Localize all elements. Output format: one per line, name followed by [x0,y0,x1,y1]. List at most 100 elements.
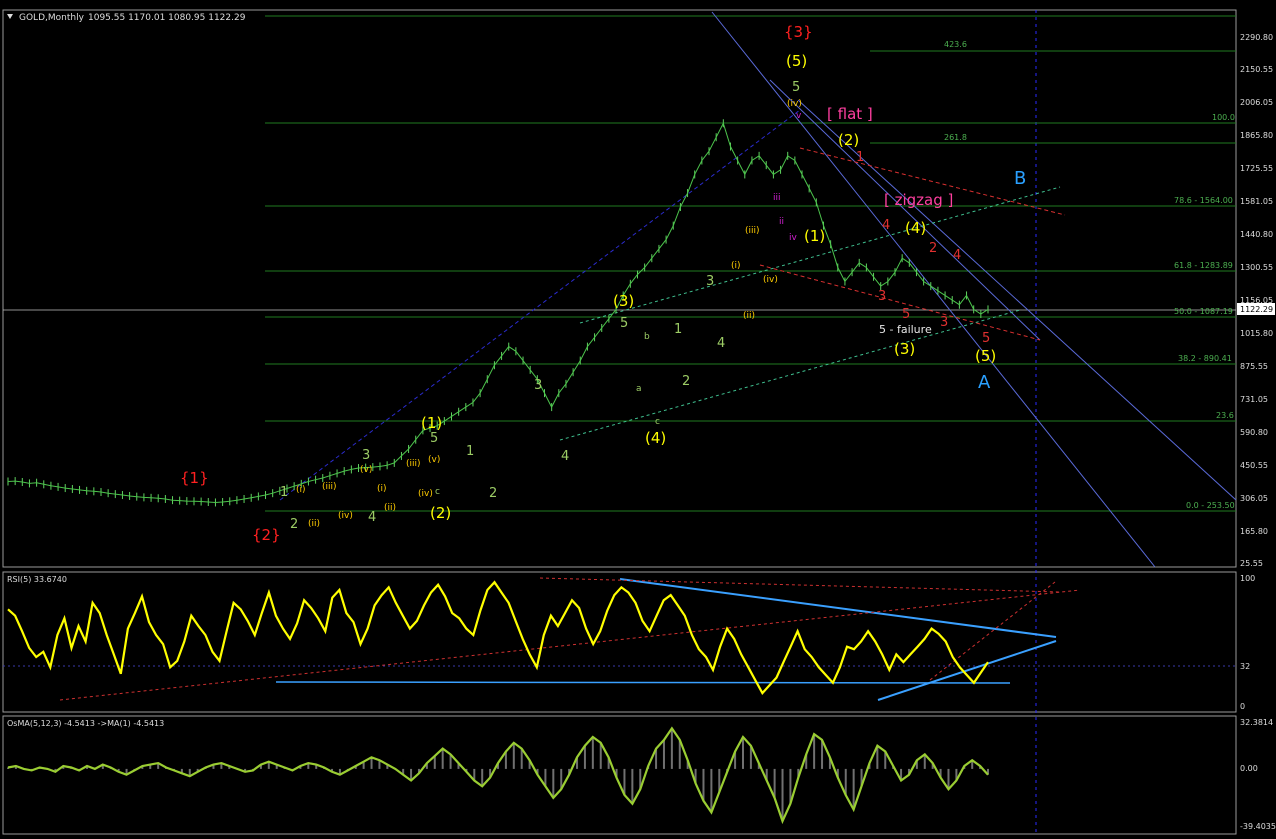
wave-label-yellow: (1) [421,414,442,432]
wave-label-green: 2 [290,517,298,532]
price-tick: 2290.80 [1240,33,1273,42]
price-tick: 1015.80 [1240,329,1273,338]
wave-label-green: 1 [466,444,474,459]
wave-label-yellow: (1) [804,227,825,245]
wave-label-red-small: 2 [929,241,937,256]
fib-label: 23.6 [1216,411,1234,420]
wave-label-roman: (ii) [308,519,320,529]
wave-label-yellow: (5) [975,347,996,365]
wave-label-roman: (iv) [338,511,353,521]
price-tick: 875.55 [1240,362,1268,371]
wave-label-yellow: (2) [430,504,451,522]
chart-window: GOLD,Monthly 1095.55 1170.01 1080.95 112… [0,0,1276,839]
wave-label-blue: B [1014,168,1026,189]
wave-label-green: 4 [717,336,725,351]
wave-label-roman: (i) [731,261,741,271]
wave-label-red-small: 1 [856,150,864,165]
wave-label-roman: (v) [428,455,440,465]
symbol-label: GOLD,Monthly [19,13,85,23]
wave-label-blue: A [978,372,991,393]
current-price-label: 1122.29 [1240,305,1273,314]
price-tick: 1725.55 [1240,164,1273,173]
wave-label-red: {3} [784,23,813,41]
zigzag-label: [ zigzag ] [884,191,953,209]
fib-label: 50.0 - 1087.19 [1174,307,1233,316]
wave-label-roman: (iv) [763,275,778,285]
price-tick: 1440.80 [1240,230,1273,239]
wave-label-abc: a [636,384,642,394]
osma-tick: 0.00 [1240,764,1258,773]
wave-label-yellow: (3) [613,292,634,310]
wave-label-green: 4 [561,449,569,464]
wave-label-red-small: 3 [940,315,948,330]
fib-label: 78.6 - 1564.00 [1174,196,1233,205]
osma-tick: 32.3814 [1240,718,1273,727]
rsi-tick: 32 [1240,662,1250,671]
fib-label: 61.8 - 1283.89 [1174,261,1233,270]
chart-background [0,0,1276,839]
rsi-support-line [275,681,1011,684]
wave-label-yellow: (4) [645,429,666,447]
wave-label-abc: c [435,487,440,497]
rsi-title: RSI(5) 33.6740 [7,575,67,584]
fib-label: 38.2 - 890.41 [1178,354,1232,363]
price-tick: 2006.05 [1240,98,1273,107]
wave-label-yellow: (3) [894,340,915,358]
price-tick: 590.80 [1240,428,1268,437]
wave-label-yellow: (4) [905,219,926,237]
price-tick: 2150.55 [1240,65,1273,74]
wave-label-red-small: 5 [902,307,910,322]
price-tick: 1865.80 [1240,131,1273,140]
wave-label-roman: (ii) [743,311,755,321]
wave-label-green: 3 [706,274,714,289]
wave-label-yellow: (2) [838,131,859,149]
wave-label-yellow: (5) [786,52,807,70]
fib-label: 423.6 [944,40,967,49]
price-tick: 25.55 [1240,559,1263,568]
fib-label: 261.8 [944,133,967,142]
wave-label-red-small: 3 [878,289,886,304]
wave-label-abc: b [644,332,650,342]
wave-label-roman: (iii) [406,459,421,469]
wave-label-green: 5 [792,80,800,95]
osma-tick: -39.4035 [1240,822,1276,831]
price-tick: 165.80 [1240,527,1268,536]
wave-label-magenta: iii [773,193,781,203]
wave-label-green: 2 [682,374,690,389]
wave-label-roman: (i) [296,485,306,495]
flat-label: [ flat ] [827,105,873,123]
price-tick: 306.05 [1240,494,1268,503]
osma-title: OsMA(5,12,3) -4.5413 ->MA(1) -4.5413 [7,719,164,728]
wave-label-roman: (iii) [322,482,337,492]
wave-label-red-small: 4 [882,218,890,233]
wave-label-magenta: iv [789,233,798,243]
wave-label-roman: (i) [377,484,387,494]
fib-label: 0.0 - 253.50 [1186,501,1235,510]
wave-label-green: 1 [280,485,288,500]
wave-label-abc: c [655,417,660,427]
wave-label-roman: (iv) [418,489,433,499]
wave-label-green: 2 [489,486,497,501]
wave-label-roman: (iii) [745,226,760,236]
price-tick: 450.55 [1240,461,1268,470]
wave-label-green: 5 [620,316,628,331]
wave-label-roman: (v) [360,465,372,475]
wave-label-green: 4 [368,510,376,525]
rsi-tick: 0 [1240,702,1245,711]
price-tick: 1581.05 [1240,197,1273,206]
price-tick: 731.05 [1240,395,1268,404]
wave-label-red-small: 4 [953,248,961,263]
failure-label: 5 - failure [879,323,932,336]
wave-label-green: 3 [362,448,370,463]
fib-label: 100.0 [1212,113,1235,122]
wave-label-roman: (iv) [787,99,802,109]
rsi-tick: 100 [1240,574,1255,583]
wave-label-green: 3 [534,378,542,393]
wave-label-roman: (ii) [384,503,396,513]
wave-label-magenta: v [796,111,802,121]
ohlc-readout: 1095.55 1170.01 1080.95 1122.29 [88,13,246,23]
wave-label-green: 5 [430,431,438,446]
wave-label-magenta: ii [779,217,784,227]
wave-label-green: 1 [674,322,682,337]
wave-label-red: {2} [252,526,281,544]
